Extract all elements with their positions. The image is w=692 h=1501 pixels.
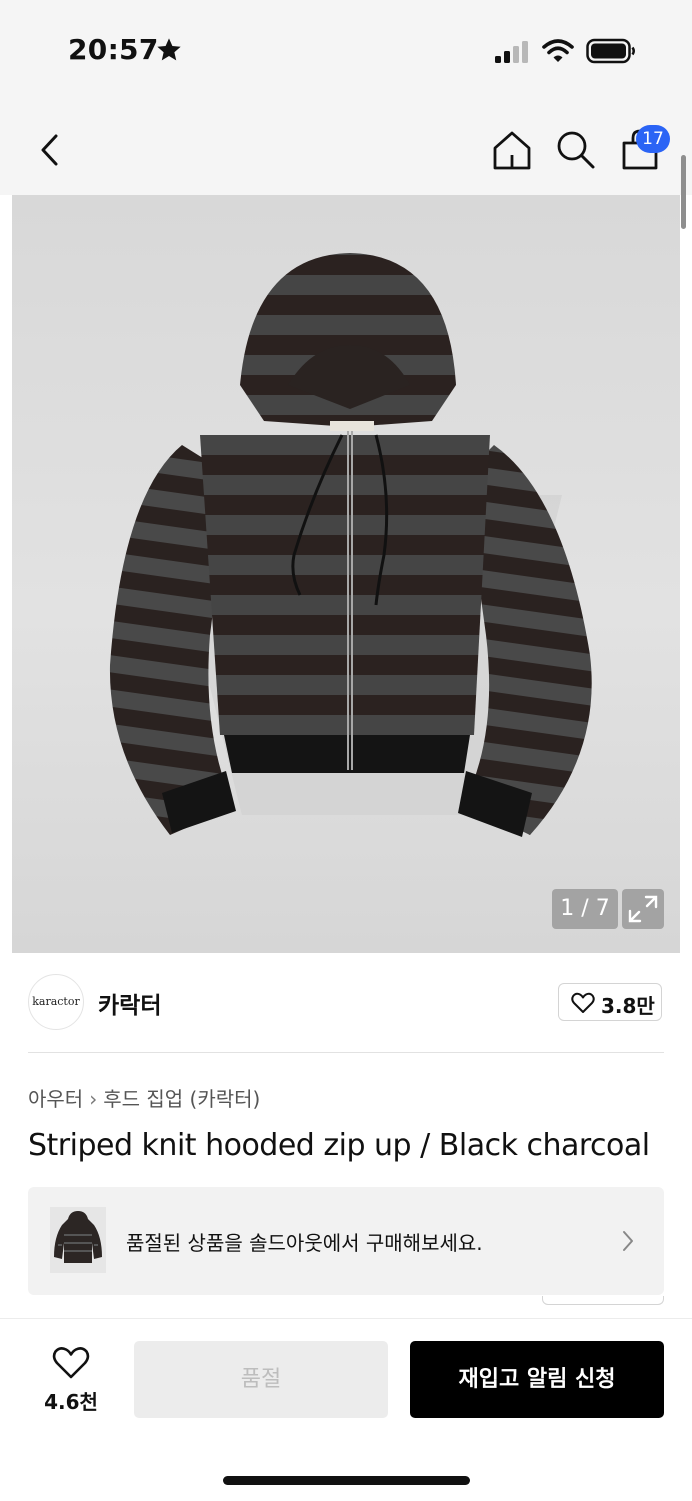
- soldout-thumbnail: [50, 1207, 106, 1273]
- signal-icon: [495, 41, 528, 63]
- search-button[interactable]: [554, 128, 598, 172]
- product-image[interactable]: [12, 195, 680, 953]
- soldout-banner-text: 품절된 상품을 솔드아웃에서 구매해보세요.: [126, 1231, 483, 1255]
- partially-hidden-button: [542, 1296, 664, 1305]
- search-icon: [557, 131, 595, 169]
- breadcrumb-subcategory[interactable]: 후드 집업 (카락터): [103, 1087, 260, 1111]
- nav-bar: [0, 100, 692, 195]
- brand-like-count: 3.8만: [601, 994, 655, 1018]
- heart-icon: [52, 1347, 90, 1379]
- product-title: Striped knit hooded zip up / Black charc…: [28, 1128, 650, 1163]
- cart-count-badge: 17: [636, 125, 670, 153]
- product-like-count: 4.6천: [44, 1390, 98, 1414]
- star-icon: [157, 38, 181, 61]
- hoodie-thumbnail-image: [54, 1211, 102, 1263]
- breadcrumb: 아우터 › 후드 집업 (카락터): [28, 1083, 260, 1112]
- home-button[interactable]: [490, 128, 534, 172]
- status-bar: 20:57: [0, 0, 692, 100]
- brand-name[interactable]: 카락터: [98, 986, 161, 1020]
- brand-like-button[interactable]: 3.8만: [558, 983, 662, 1021]
- hoodie-image: [109, 253, 592, 837]
- home-indicator[interactable]: [223, 1476, 470, 1485]
- scrollbar[interactable]: [681, 155, 686, 229]
- soldout-button: 품절: [134, 1341, 388, 1418]
- brand-logo[interactable]: karactor: [28, 974, 84, 1030]
- product-like-button[interactable]: 4.6천: [36, 1344, 106, 1416]
- chevron-right-icon: ›: [89, 1087, 98, 1111]
- divider: [28, 1052, 664, 1053]
- chevron-left-icon: [41, 134, 58, 166]
- battery-icon: [586, 38, 635, 64]
- expand-icon: [628, 895, 658, 923]
- soldout-banner[interactable]: 품절된 상품을 솔드아웃에서 구매해보세요.: [28, 1187, 664, 1295]
- home-icon: [493, 131, 531, 170]
- heart-icon: [571, 992, 595, 1013]
- status-time: 20:57: [68, 33, 159, 66]
- image-counter: 1 / 7: [552, 889, 618, 929]
- back-button[interactable]: [32, 130, 68, 170]
- chevron-right-icon: [623, 1231, 633, 1251]
- breadcrumb-category[interactable]: 아우터: [28, 1087, 83, 1111]
- expand-button[interactable]: [622, 889, 664, 929]
- restock-alert-button[interactable]: 재입고 알림 신청: [410, 1341, 664, 1418]
- wifi-icon: [542, 39, 574, 62]
